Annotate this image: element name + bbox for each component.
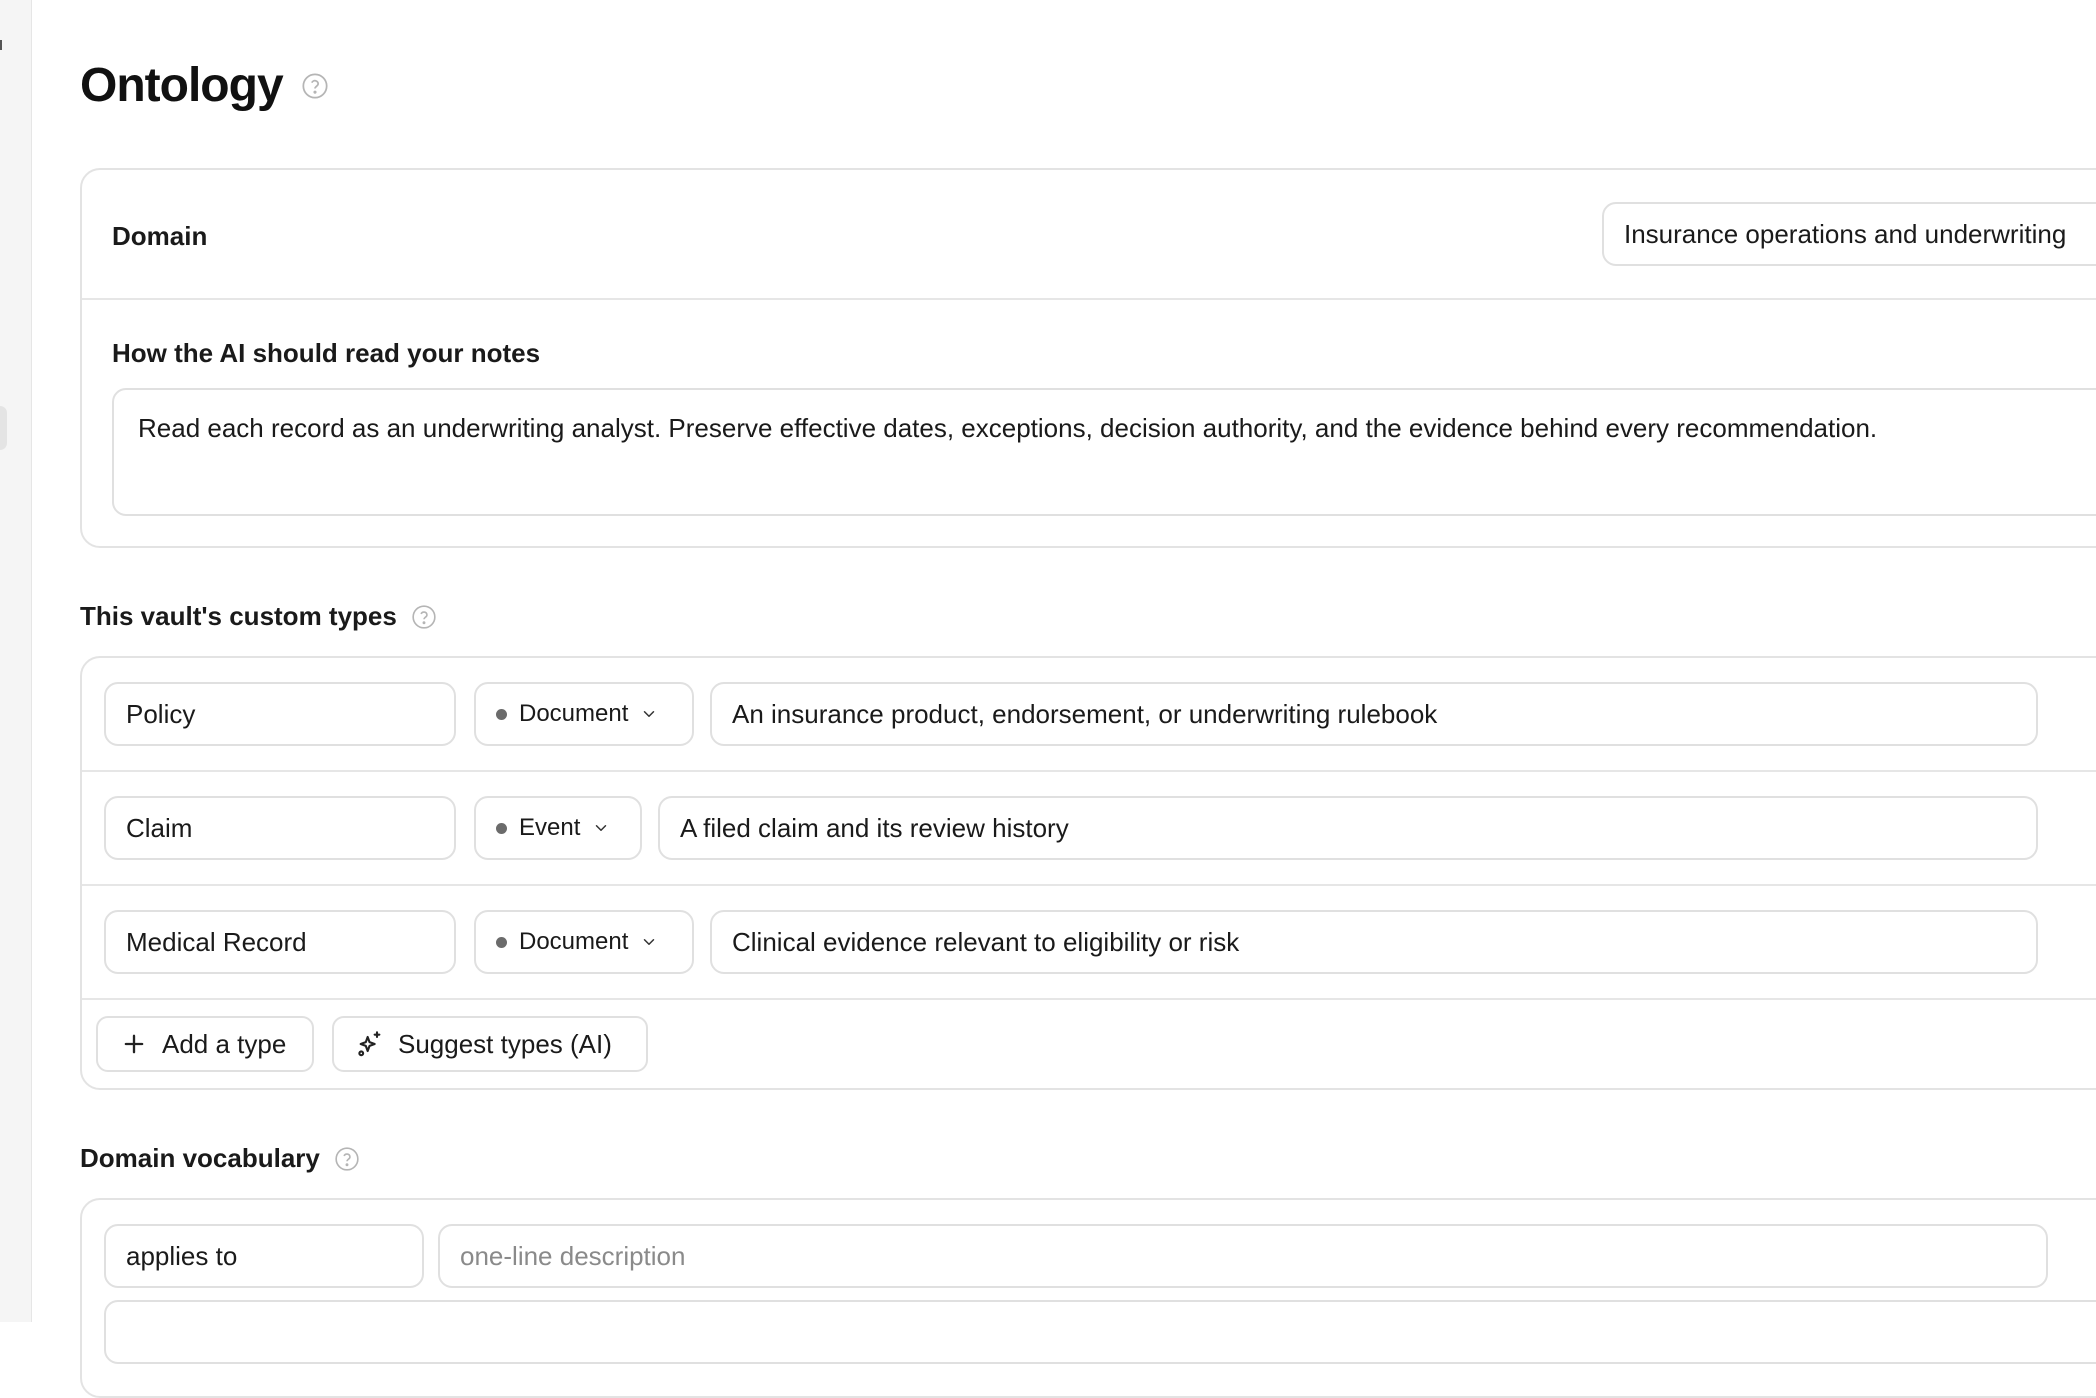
kind-dot-icon — [496, 822, 507, 834]
kind-dot-icon — [496, 708, 507, 720]
type-description-input[interactable]: Clinical evidence relevant to eligibilit… — [710, 910, 2038, 974]
chevron-down-icon — [640, 933, 658, 951]
vocabulary-next-row[interactable] — [104, 1300, 2096, 1364]
type-row: Claim Event A filed claim and its review… — [82, 772, 2096, 886]
left-sidebar-rail — [0, 0, 32, 1322]
page-header: Ontology — [80, 58, 329, 113]
chevron-down-icon — [640, 705, 658, 723]
type-name-input[interactable]: Medical Record — [104, 910, 456, 974]
vocabulary-term-input[interactable]: applies to — [104, 1224, 424, 1288]
notes-textarea[interactable]: Read each record as an underwriting anal… — [112, 388, 2096, 516]
types-actions: Add a type Suggest types (AI) — [82, 1000, 2096, 1088]
domain-row: Domain Insurance operations and underwri… — [82, 170, 2096, 300]
domain-input[interactable]: Insurance operations and underwriting — [1602, 202, 2096, 266]
type-row: Medical Record Document Clinical evidenc… — [82, 886, 2096, 1000]
help-circle-icon[interactable] — [334, 1146, 360, 1172]
chevron-down-icon — [592, 819, 610, 837]
sidebar-resize-handle[interactable] — [0, 406, 7, 450]
type-kind-select[interactable]: Document — [474, 910, 694, 974]
plus-icon — [120, 1030, 148, 1058]
help-circle-icon[interactable] — [411, 604, 437, 630]
vocabulary-card: applies to one-line description — [80, 1198, 2096, 1398]
kind-dot-icon — [496, 936, 507, 948]
type-description-input[interactable]: An insurance product, endorsement, or un… — [710, 682, 2038, 746]
custom-types-title: This vault's custom types — [80, 601, 397, 631]
sparkles-icon — [356, 1030, 384, 1058]
vocabulary-title: Domain vocabulary — [80, 1143, 320, 1173]
notes-label: How the AI should read your notes — [112, 338, 541, 368]
type-row: Policy Document An insurance product, en… — [82, 658, 2096, 772]
help-circle-icon[interactable] — [301, 72, 329, 100]
vocabulary-description-input[interactable]: one-line description — [438, 1224, 2048, 1288]
type-description-input[interactable]: A filed claim and its review history — [658, 796, 2038, 860]
suggest-types-button[interactable]: Suggest types (AI) — [332, 1016, 648, 1072]
custom-types-header: This vault's custom types — [80, 601, 437, 632]
type-name-input[interactable]: Claim — [104, 796, 456, 860]
suggest-types-label: Suggest types (AI) — [398, 1028, 612, 1059]
type-kind-label: Document — [519, 700, 629, 727]
domain-label: Domain — [112, 221, 208, 251]
custom-types-card: Policy Document An insurance product, en… — [80, 656, 2096, 1090]
type-kind-select[interactable]: Event — [474, 796, 642, 860]
type-kind-select[interactable]: Document — [474, 682, 694, 746]
add-type-button[interactable]: Add a type — [96, 1016, 314, 1072]
type-kind-label: Event — [519, 814, 581, 841]
add-type-label: Add a type — [162, 1028, 287, 1059]
domain-card: Domain Insurance operations and underwri… — [80, 168, 2096, 548]
type-name-input[interactable]: Policy — [104, 682, 456, 746]
page-title: Ontology — [80, 59, 284, 112]
vocabulary-header: Domain vocabulary — [80, 1143, 360, 1174]
vocabulary-row: applies to one-line description — [82, 1200, 2096, 1300]
rail-marker — [0, 40, 2, 50]
type-kind-label: Document — [519, 928, 629, 955]
